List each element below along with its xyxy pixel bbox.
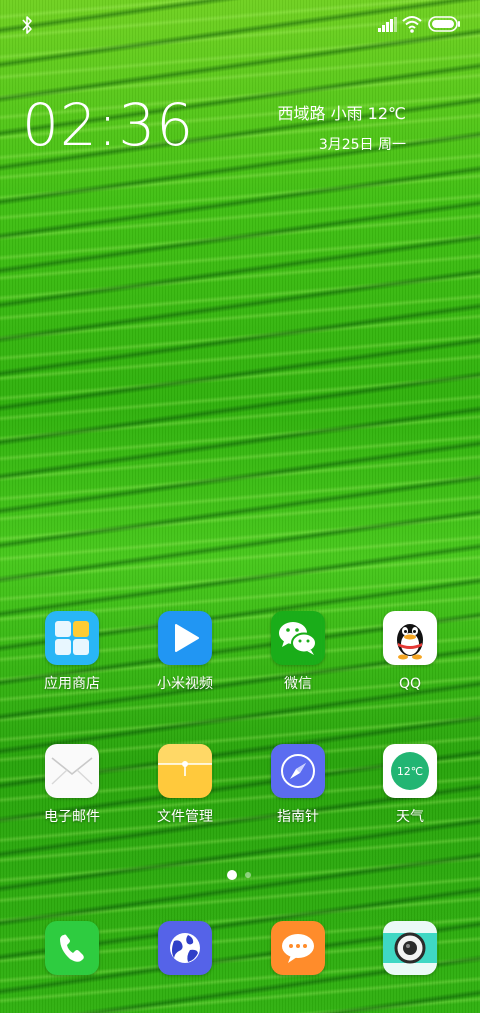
file-manager-app[interactable]: 文件管理 — [135, 744, 235, 826]
page-dot-active[interactable] — [227, 870, 237, 880]
wechat-app[interactable]: 微信 — [248, 611, 348, 693]
app-label: 天气 — [396, 809, 424, 825]
weather-location[interactable]: 西域路 小雨 12℃ — [277, 103, 406, 125]
messages-icon — [271, 921, 325, 975]
app-label: QQ — [398, 676, 422, 692]
app-store-icon — [45, 611, 99, 665]
folder-icon — [158, 744, 212, 798]
compass-icon — [271, 744, 325, 798]
app-label: 小米视频 — [157, 676, 213, 692]
wifi-icon — [402, 16, 422, 33]
weather-app[interactable]: 12℃ 天气 — [360, 744, 460, 826]
status-bar — [0, 0, 480, 50]
browser-globe-icon — [158, 921, 212, 975]
app-label: 指南针 — [277, 809, 319, 825]
video-play-icon — [158, 611, 212, 665]
mail-envelope-icon — [45, 744, 99, 798]
messages-app[interactable] — [248, 921, 348, 975]
mi-video-app[interactable]: 小米视频 — [135, 611, 235, 693]
qq-app[interactable]: QQ — [360, 611, 460, 693]
app-label: 微信 — [284, 676, 312, 692]
weather-badge: 12℃ — [391, 752, 429, 790]
browser-app[interactable] — [135, 921, 235, 975]
camera-icon — [383, 921, 437, 975]
page-dot-inactive[interactable] — [245, 872, 251, 878]
battery-icon — [428, 16, 460, 32]
app-store-app[interactable]: 应用商店 — [22, 611, 122, 693]
phone-app[interactable] — [22, 921, 122, 975]
qq-penguin-icon — [383, 611, 437, 665]
camera-app[interactable] — [360, 921, 460, 975]
page-indicator — [0, 870, 480, 882]
app-label: 文件管理 — [157, 809, 213, 825]
bluetooth-icon — [22, 16, 32, 34]
clock-time[interactable]: 02:36 — [22, 92, 194, 158]
app-label: 应用商店 — [44, 676, 100, 692]
weather-icon: 12℃ — [383, 744, 437, 798]
signal-icon — [378, 17, 397, 32]
email-app[interactable]: 电子邮件 — [22, 744, 122, 826]
phone-icon — [45, 921, 99, 975]
wechat-icon — [271, 611, 325, 665]
compass-app[interactable]: 指南针 — [248, 744, 348, 826]
date-label[interactable]: 3月25日 周一 — [319, 135, 406, 155]
app-label: 电子邮件 — [44, 809, 100, 825]
